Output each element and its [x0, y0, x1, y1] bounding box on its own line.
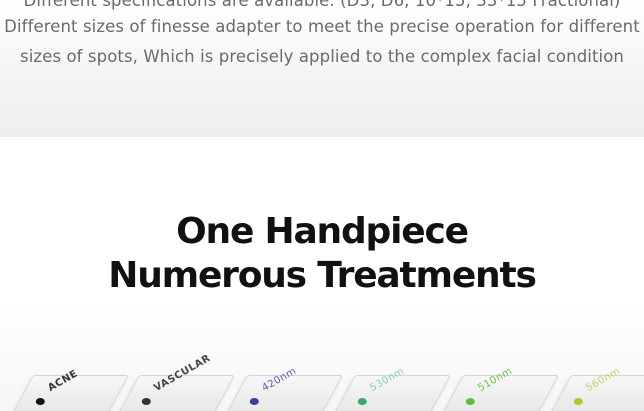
filter-label: 530nm [368, 365, 407, 394]
spec-text-line-3: sizes of spots, Which is precisely appli… [20, 47, 624, 66]
filter-dot-icon [141, 398, 151, 405]
filter-adapter-acne: ACNE [3, 368, 129, 411]
headline-line-2: Numerous Treatments [108, 255, 537, 296]
filter-adapter-510nm: 510nm [433, 366, 559, 411]
filter-label: 510nm [476, 365, 515, 394]
filter-adapter-row: ACNE VASCULAR 420nm 530nm 510nm 560nm [0, 353, 644, 411]
filter-adapter-530nm: 530nm [325, 366, 451, 411]
headline-line-1: One Handpiece [176, 211, 469, 252]
filter-adapter-560nm: 560nm [541, 366, 644, 411]
filter-dot-icon [465, 398, 475, 405]
filter-dot-icon [35, 398, 45, 405]
filter-adapter-vascular: VASCULAR [109, 353, 235, 411]
filter-dot-icon [573, 398, 583, 405]
spec-text-line-2: Different sizes of finesse adapter to me… [4, 17, 640, 36]
filter-dot-icon [357, 398, 367, 405]
filter-dot-icon [249, 398, 259, 405]
filter-label: ACNE [46, 368, 80, 394]
filter-label: 560nm [584, 365, 623, 394]
filter-label: VASCULAR [152, 352, 213, 394]
spec-section: Different specifications are available. … [0, 0, 644, 137]
spec-text-line-1: Different specifications are available. … [23, 0, 621, 10]
filter-adapter-420nm: 420nm [217, 366, 343, 411]
filter-label: 420nm [260, 365, 299, 394]
hero-section: One Handpiece Numerous Treatments ACNE V… [0, 137, 644, 411]
